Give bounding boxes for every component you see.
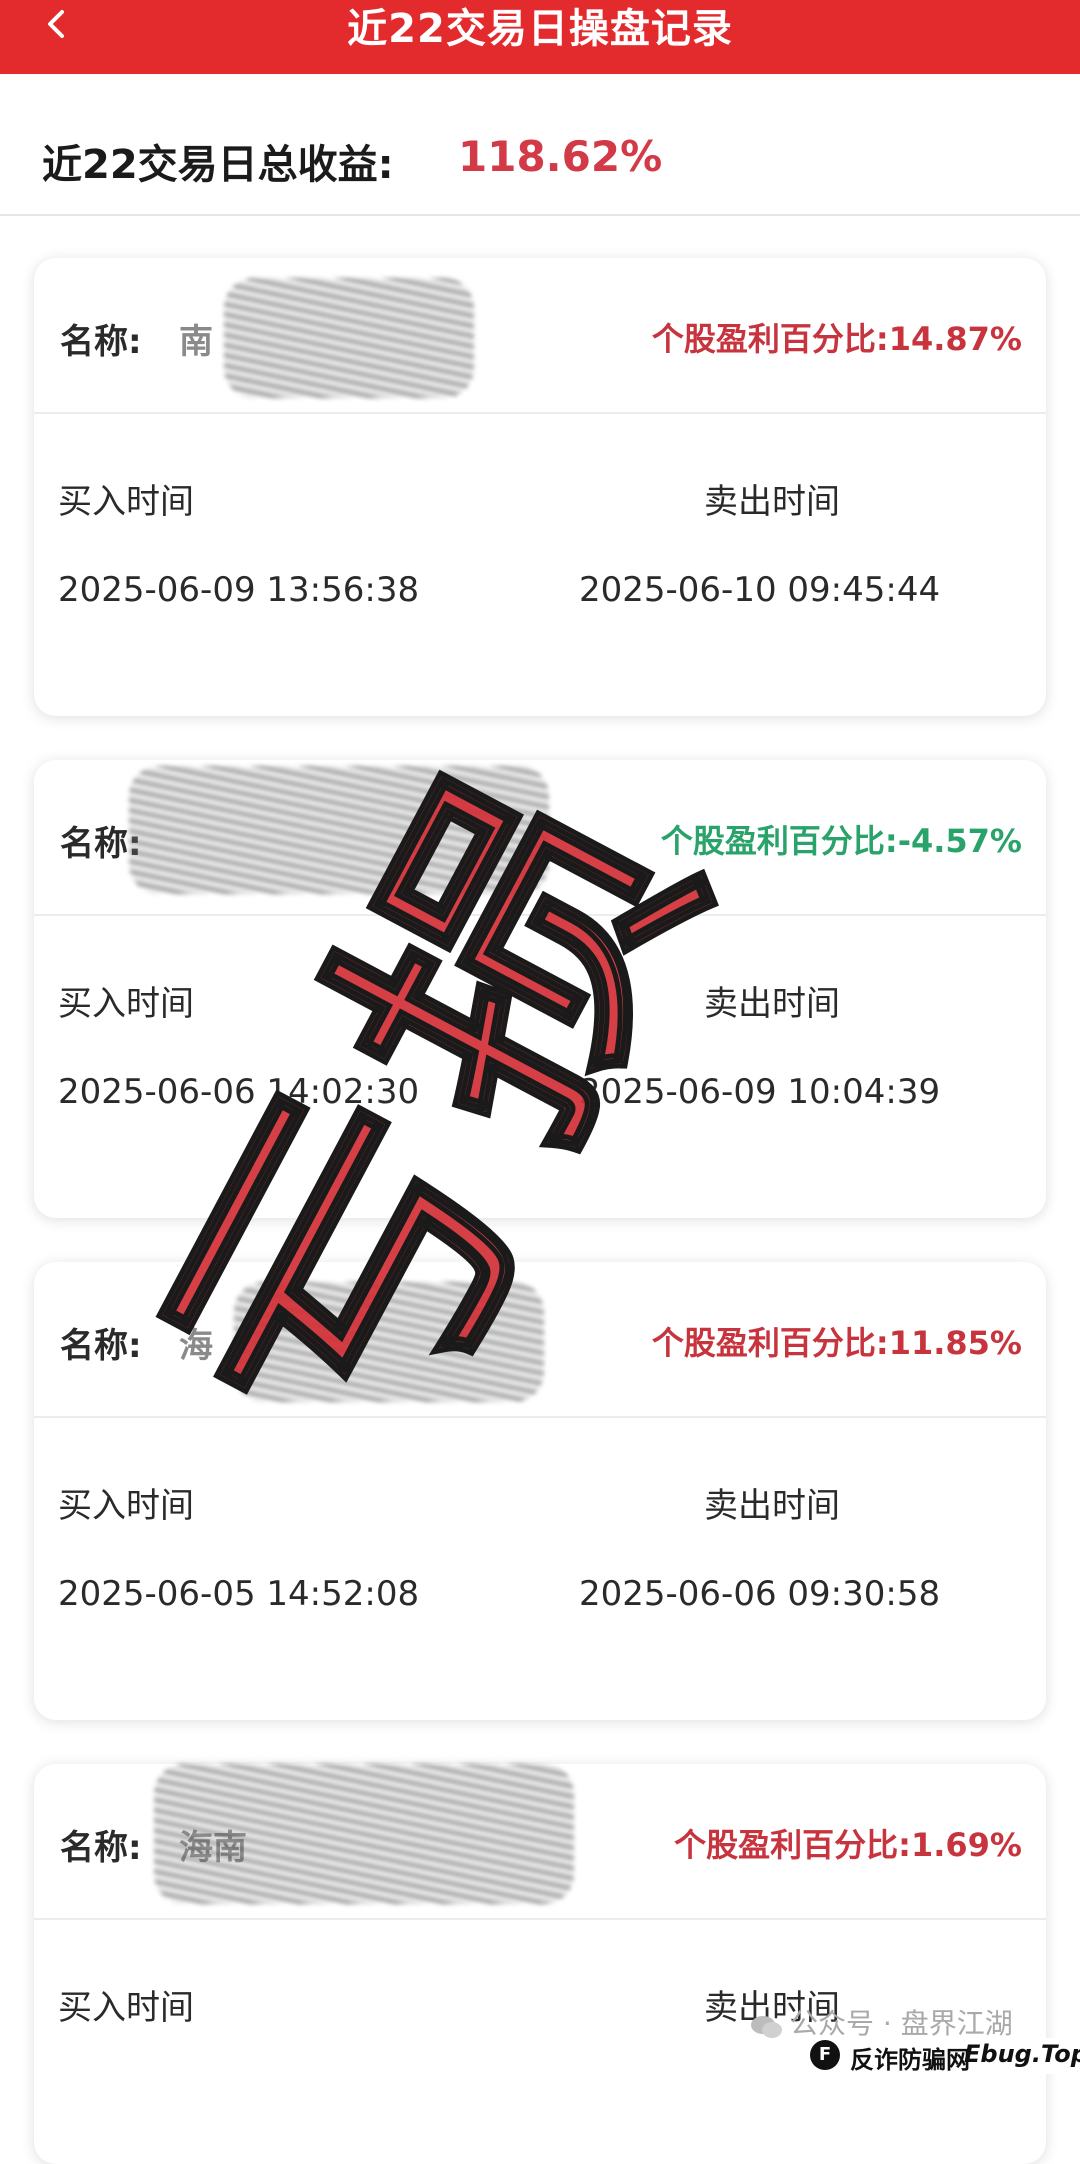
- buy-time-value: 2025-06-06 14:02:30: [58, 1072, 420, 1112]
- stock-name-value: 南: [179, 322, 213, 362]
- sell-time-value: 2025-06-09 10:04:39: [579, 1072, 941, 1112]
- buy-time-value: 2025-06-05 14:52:08: [58, 1574, 420, 1614]
- site-domain: Ebug.Top: [964, 2040, 1080, 2068]
- redaction-scribble: [154, 1764, 574, 1904]
- stock-name-label: 名称:: [60, 1326, 142, 1366]
- profit-percent: 个股盈利百分比:11.85%: [651, 1324, 1022, 1362]
- card-header: 名称: 海 个股盈利百分比:11.85%: [34, 1262, 1046, 1418]
- top-app-bar: 近22交易日操盘记录: [0, 0, 1080, 74]
- profit-percent: 个股盈利百分比:1.69%: [674, 1826, 1022, 1864]
- wechat-icon: [751, 2016, 782, 2038]
- page-title: 近22交易日操盘记录: [347, 6, 733, 52]
- trade-record-card[interactable]: 名称: 个股盈利百分比:-4.57% 买入时间 卖出时间 2025-06-06 …: [34, 760, 1046, 1218]
- sell-time-label: 卖出时间: [704, 984, 840, 1024]
- sell-time-label: 卖出时间: [704, 1486, 840, 1526]
- buy-time-label: 买入时间: [58, 1988, 194, 2028]
- card-header: 名称: 个股盈利百分比:-4.57%: [34, 760, 1046, 916]
- buy-time-label: 买入时间: [58, 984, 194, 1024]
- buy-time-label: 买入时间: [58, 1486, 194, 1526]
- total-return-summary: 近22交易日总收益: 118.62%: [0, 74, 1080, 216]
- sell-time-value: 2025-06-06 09:30:58: [579, 1574, 941, 1614]
- redaction-scribble: [129, 766, 549, 894]
- trade-record-card[interactable]: 名称: 海 个股盈利百分比:11.85% 买入时间 卖出时间 2025-06-0…: [34, 1262, 1046, 1720]
- total-return-label: 近22交易日总收益:: [42, 142, 394, 188]
- buy-time-value: 2025-06-09 13:56:38: [58, 570, 420, 610]
- card-header: 名称: 南 个股盈利百分比:14.87%: [34, 258, 1046, 414]
- redaction-scribble: [234, 1282, 544, 1402]
- footer-badge: F 反诈防骗网 Ebug.Top: [810, 2038, 1080, 2074]
- buy-time-label: 买入时间: [58, 482, 194, 522]
- watermark-text: 公众号 · 盘界江湖: [790, 2007, 1013, 2040]
- site-logo-icon: F: [810, 2040, 840, 2070]
- trade-record-card[interactable]: 名称: 海南 个股盈利百分比:1.69% 买入时间 卖出时间: [34, 1764, 1046, 2164]
- profit-percent: 个股盈利百分比:14.87%: [651, 320, 1022, 358]
- stock-name-label: 名称:: [60, 322, 142, 362]
- stock-name-value: 海: [179, 1326, 213, 1366]
- redaction-scribble: [224, 278, 474, 398]
- stock-name-label: 名称:: [60, 1828, 142, 1868]
- sell-time-label: 卖出时间: [704, 482, 840, 522]
- sell-time-value: 2025-06-10 09:45:44: [579, 570, 941, 610]
- profit-percent: 个股盈利百分比:-4.57%: [660, 822, 1022, 860]
- site-name: 反诈防骗网: [850, 2046, 970, 2074]
- trade-record-card[interactable]: 名称: 南 个股盈利百分比:14.87% 买入时间 卖出时间 2025-06-0…: [34, 258, 1046, 716]
- total-return-value: 118.62%: [458, 132, 663, 181]
- card-header: 名称: 海南 个股盈利百分比:1.69%: [34, 1764, 1046, 1920]
